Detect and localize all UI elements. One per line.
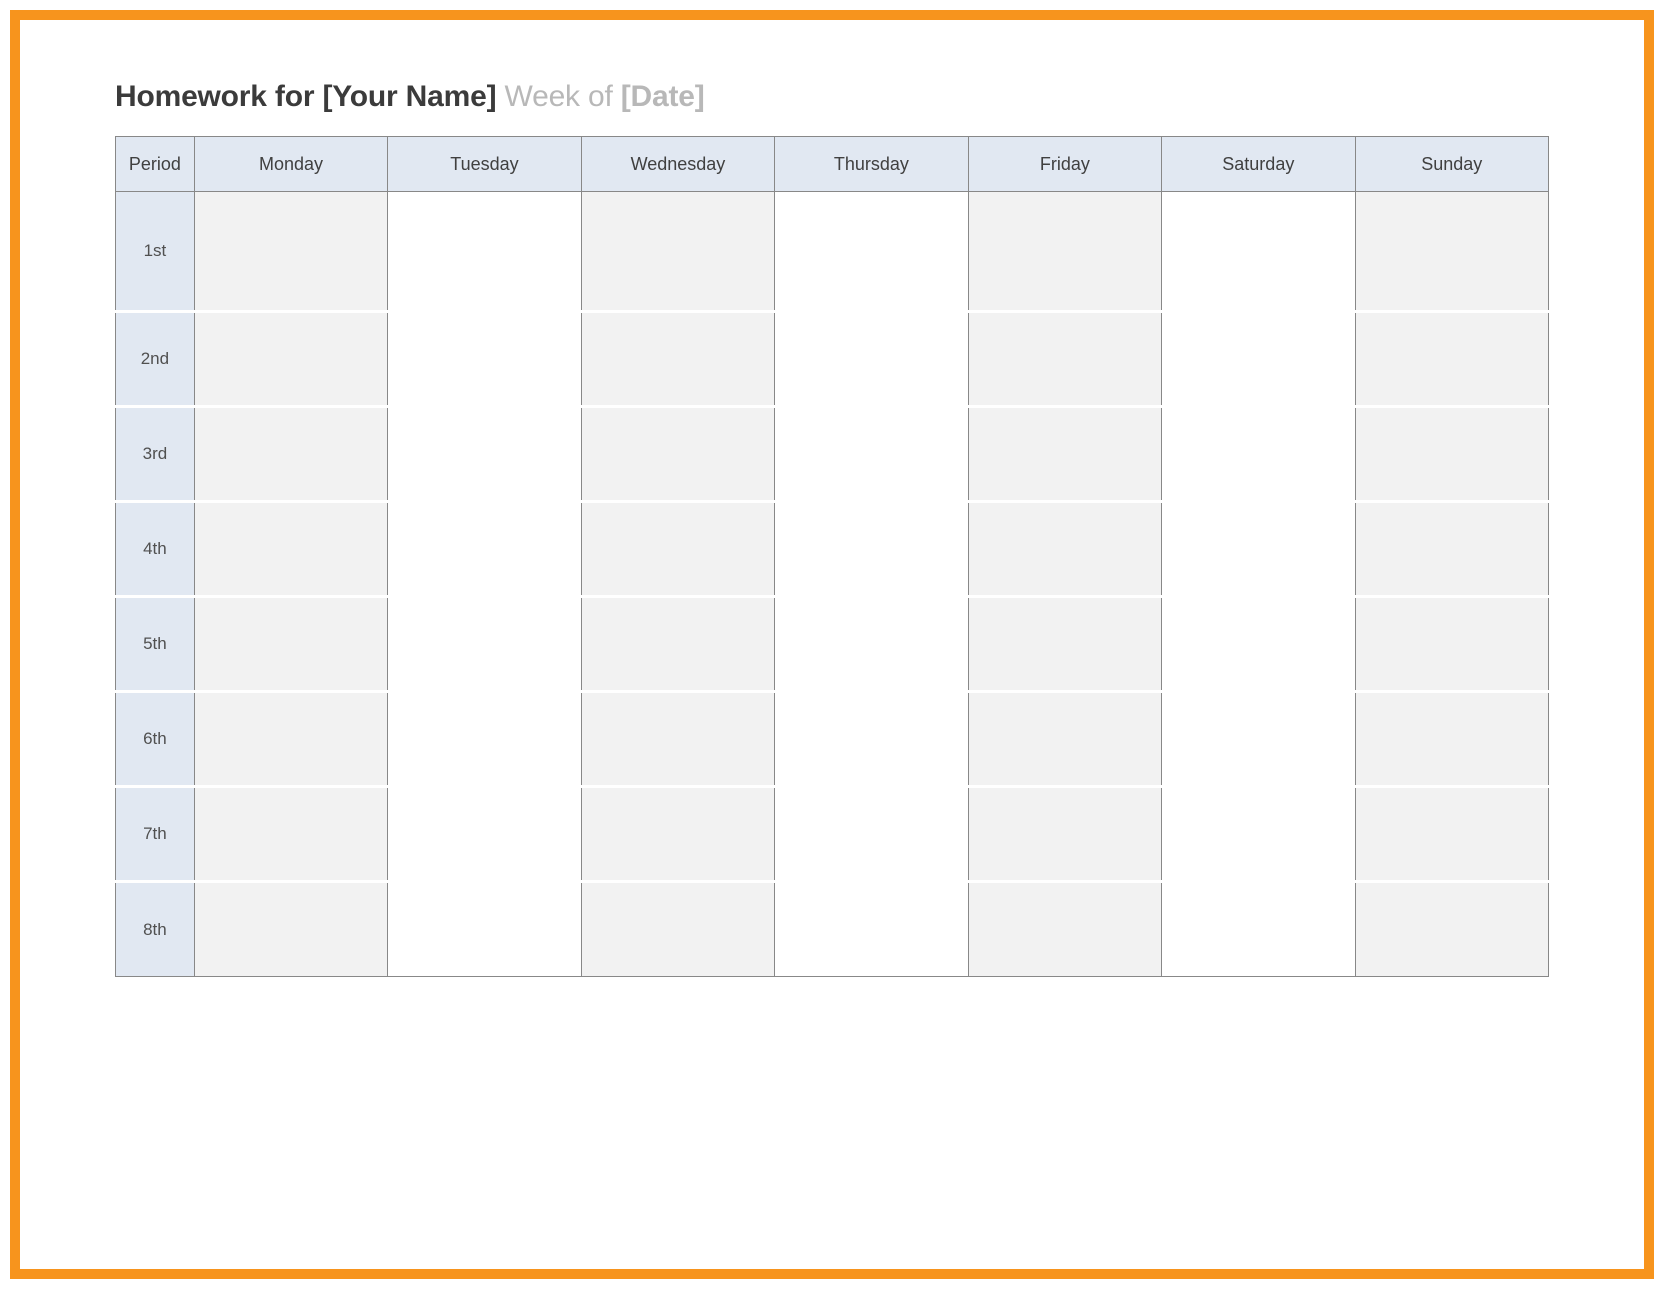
table-row: 2nd [116,312,1549,407]
cell[interactable] [581,192,774,312]
table-row: 3rd [116,407,1549,502]
cell[interactable] [1355,192,1548,312]
period-label: 1st [116,192,195,312]
period-label: 7th [116,787,195,882]
homework-table: Period Monday Tuesday Wednesday Thursday… [115,136,1549,977]
table-row: 7th [116,787,1549,882]
cell[interactable] [1162,192,1355,312]
col-header-tuesday: Tuesday [388,137,581,192]
cell[interactable] [581,787,774,882]
header-row: Period Monday Tuesday Wednesday Thursday… [116,137,1549,192]
col-header-sunday: Sunday [1355,137,1548,192]
col-header-monday: Monday [194,137,387,192]
table-row: 6th [116,692,1549,787]
cell[interactable] [775,882,968,977]
page-title: Homework for [Your Name] Week of [Date] [115,80,1549,114]
cell[interactable] [194,192,387,312]
cell[interactable] [581,692,774,787]
cell[interactable] [194,882,387,977]
cell[interactable] [968,407,1161,502]
cell[interactable] [194,312,387,407]
cell[interactable] [581,597,774,692]
cell[interactable] [968,312,1161,407]
cell[interactable] [388,502,581,597]
title-weekof: Week of [505,80,621,113]
page-frame: Homework for [Your Name] Week of [Date] … [10,10,1654,1279]
cell[interactable] [194,597,387,692]
cell[interactable] [1355,882,1548,977]
table-row: 4th [116,502,1549,597]
cell[interactable] [388,882,581,977]
cell[interactable] [968,502,1161,597]
cell[interactable] [194,407,387,502]
cell[interactable] [581,882,774,977]
cell[interactable] [388,787,581,882]
cell[interactable] [1355,312,1548,407]
cell[interactable] [775,192,968,312]
cell[interactable] [968,597,1161,692]
cell[interactable] [1162,787,1355,882]
cell[interactable] [1162,407,1355,502]
cell[interactable] [775,502,968,597]
period-label: 3rd [116,407,195,502]
cell[interactable] [1162,502,1355,597]
cell[interactable] [968,882,1161,977]
cell[interactable] [968,692,1161,787]
col-header-saturday: Saturday [1162,137,1355,192]
cell[interactable] [1355,502,1548,597]
cell[interactable] [1162,312,1355,407]
col-header-wednesday: Wednesday [581,137,774,192]
table-row: 5th [116,597,1549,692]
cell[interactable] [1162,882,1355,977]
period-label: 6th [116,692,195,787]
cell[interactable] [775,692,968,787]
cell[interactable] [968,192,1161,312]
title-prefix: Homework for [115,80,322,113]
cell[interactable] [1162,597,1355,692]
cell[interactable] [1355,787,1548,882]
col-header-friday: Friday [968,137,1161,192]
table-row: 8th [116,882,1549,977]
table-row: 1st [116,192,1549,312]
cell[interactable] [388,407,581,502]
col-header-period: Period [116,137,195,192]
period-label: 8th [116,882,195,977]
cell[interactable] [775,407,968,502]
cell[interactable] [388,192,581,312]
cell[interactable] [1355,407,1548,502]
cell[interactable] [194,692,387,787]
cell[interactable] [775,787,968,882]
cell[interactable] [1162,692,1355,787]
cell[interactable] [1355,597,1548,692]
title-date-placeholder: [Date] [621,80,705,113]
period-label: 5th [116,597,195,692]
title-name-placeholder: [Your Name] [322,80,496,113]
cell[interactable] [775,312,968,407]
cell[interactable] [968,787,1161,882]
cell[interactable] [194,787,387,882]
cell[interactable] [388,312,581,407]
cell[interactable] [581,312,774,407]
cell[interactable] [775,597,968,692]
col-header-thursday: Thursday [775,137,968,192]
period-label: 2nd [116,312,195,407]
cell[interactable] [581,407,774,502]
period-label: 4th [116,502,195,597]
cell[interactable] [581,502,774,597]
cell[interactable] [194,502,387,597]
cell[interactable] [388,597,581,692]
cell[interactable] [388,692,581,787]
cell[interactable] [1355,692,1548,787]
